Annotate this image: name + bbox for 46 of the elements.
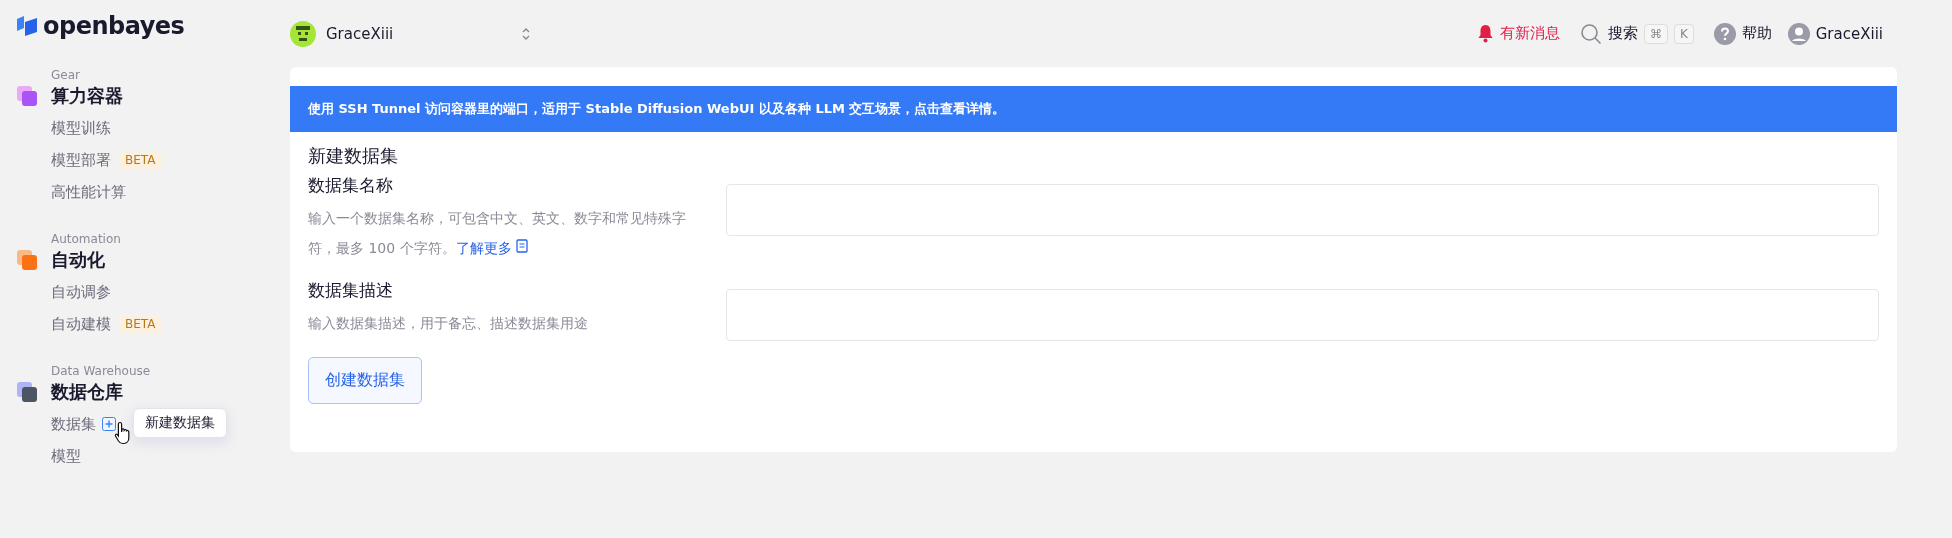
nav-item[interactable]: 模型训练 (51, 118, 111, 138)
nav-item[interactable]: 模型 (51, 446, 81, 466)
field-help-text: 输入一个数据集名称，可包含中文、英文、数字和常见特殊字符，最多 100 个字符。了解更多 (308, 209, 687, 258)
tooltip: 新建数据集 (133, 408, 227, 438)
section-title[interactable]: 算力容器 (51, 84, 123, 108)
nav-item[interactable]: 高性能计算 (51, 182, 126, 202)
nav-item[interactable]: 自动建模 (51, 314, 111, 334)
form-title: 新建数据集 (308, 144, 399, 168)
keyboard-key: K (1673, 23, 1694, 44)
beta-badge: BETA (119, 151, 162, 169)
book-icon (516, 239, 529, 253)
section-caption: Data Warehouse (51, 364, 152, 378)
text-input-field[interactable] (726, 289, 1879, 341)
nav-item[interactable]: 数据集 (51, 414, 96, 434)
section-title[interactable]: 数据仓库 (51, 380, 123, 404)
field-help-text: 输入数据集描述，用于备忘、描述数据集用途 (308, 314, 589, 333)
help-icon[interactable] (1713, 22, 1736, 45)
nav-item[interactable]: 模型部署 (51, 150, 111, 170)
notifications-link[interactable]: 有新消息 (1499, 24, 1560, 43)
info-banner[interactable]: 使用 SSH Tunnel 访问容器里的端口，适用于 Stable Diffusion WebUI 以及各种 LLM 交互场景，点击查看详情。 (290, 86, 1897, 132)
stacked-cube-icon (16, 249, 38, 271)
logo-icon (16, 15, 38, 37)
section-title[interactable]: 自动化 (51, 248, 105, 272)
add-icon[interactable] (102, 417, 116, 431)
learn-more-link[interactable]: 了解更多 (455, 240, 529, 256)
keyboard-key: ⌘ (1643, 23, 1668, 44)
logo-text[interactable]: openbayes (43, 12, 185, 40)
text-input-field[interactable] (726, 184, 1879, 236)
workspace-name[interactable]: GraceXiii (326, 24, 394, 43)
field-label: 数据集描述 (308, 279, 394, 302)
bell-icon[interactable] (1476, 24, 1494, 43)
chevron-updown-icon[interactable] (521, 26, 532, 41)
pixel-avatar-icon (290, 20, 316, 47)
search-label[interactable]: 搜索 (1607, 24, 1638, 43)
search-icon[interactable] (1579, 22, 1602, 45)
section-caption: Gear (51, 68, 81, 82)
help-link[interactable]: 帮助 (1741, 24, 1772, 43)
field-label: 数据集名称 (308, 174, 394, 197)
user-avatar-icon[interactable] (1787, 22, 1810, 45)
stacked-cube-icon (16, 381, 38, 403)
user-name[interactable]: GraceXiii (1815, 24, 1883, 43)
nav-item[interactable]: 自动调参 (51, 282, 111, 302)
section-caption: Automation (51, 232, 122, 246)
create-dataset-button[interactable]: 创建数据集 (308, 357, 422, 404)
beta-badge: BETA (119, 315, 162, 333)
stacked-cube-icon (16, 85, 38, 107)
